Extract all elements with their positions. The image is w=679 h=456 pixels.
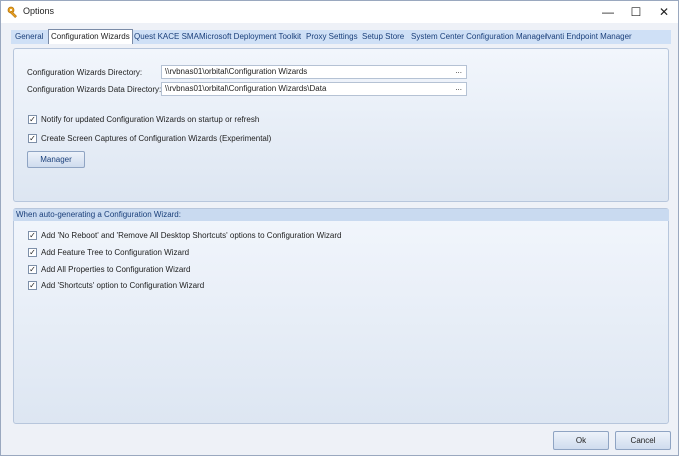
no-reboot-checkbox[interactable]: ✓ <box>28 231 37 240</box>
tab-microsoft-deployment-toolkit[interactable]: Microsoft Deployment Toolkit <box>197 30 303 44</box>
data-directory-browse-button[interactable]: ... <box>455 83 462 94</box>
notify-updates-checkbox[interactable]: ✓ <box>28 115 37 124</box>
notify-updates-label: Notify for updated Configuration Wizards… <box>41 115 260 124</box>
no-reboot-label: Add 'No Reboot' and 'Remove All Desktop … <box>41 231 342 240</box>
tab-setup-store[interactable]: Setup Store <box>360 30 406 44</box>
window-title: Options <box>23 6 55 16</box>
notify-updates-option[interactable]: ✓ Notify for updated Configuration Wizar… <box>28 115 259 124</box>
close-button[interactable]: ✕ <box>649 1 679 23</box>
auto-generate-panel <box>13 208 669 424</box>
screen-captures-label: Create Screen Captures of Configuration … <box>41 134 272 143</box>
wizards-directory-field[interactable]: \\rvbnas01\orbital\Configuration Wizards… <box>161 65 467 79</box>
all-properties-label: Add All Properties to Configuration Wiza… <box>41 265 191 274</box>
tab-proxy-settings[interactable]: Proxy Settings <box>304 30 360 44</box>
all-properties-option[interactable]: ✓ Add All Properties to Configuration Wi… <box>28 265 190 274</box>
data-directory-value: \\rvbnas01\orbital\Configuration Wizards… <box>165 84 327 93</box>
shortcuts-option[interactable]: ✓ Add 'Shortcuts' option to Configuratio… <box>28 281 204 290</box>
manager-button[interactable]: Manager <box>27 151 85 168</box>
feature-tree-label: Add Feature Tree to Configuration Wizard <box>41 248 190 257</box>
no-reboot-option[interactable]: ✓ Add 'No Reboot' and 'Remove All Deskto… <box>28 231 342 240</box>
shortcuts-checkbox[interactable]: ✓ <box>28 281 37 290</box>
maximize-button[interactable]: ☐ <box>621 1 651 23</box>
feature-tree-option[interactable]: ✓ Add Feature Tree to Configuration Wiza… <box>28 248 189 257</box>
title-bar[interactable]: Options — ☐ ✕ <box>1 1 678 23</box>
wrench-key-icon <box>7 6 19 18</box>
screen-captures-option[interactable]: ✓ Create Screen Captures of Configuratio… <box>28 134 271 143</box>
tab-system-center-configuration-manager[interactable]: System Center Configuration Manager <box>409 30 550 44</box>
wizards-directory-value: \\rvbnas01\orbital\Configuration Wizards <box>165 67 308 76</box>
options-window: Options — ☐ ✕ General Configuration Wiza… <box>0 0 679 456</box>
tab-ivanti-endpoint-manager[interactable]: Ivanti Endpoint Manager <box>543 30 634 44</box>
wizards-directory-label: Configuration Wizards Directory: <box>27 68 143 77</box>
tab-configuration-wizards[interactable]: Configuration Wizards <box>48 29 133 44</box>
feature-tree-checkbox[interactable]: ✓ <box>28 248 37 257</box>
wizards-directory-browse-button[interactable]: ... <box>455 66 462 77</box>
tab-quest-kace-sma[interactable]: Quest KACE SMA <box>132 30 201 44</box>
all-properties-checkbox[interactable]: ✓ <box>28 265 37 274</box>
shortcuts-label: Add 'Shortcuts' option to Configuration … <box>41 281 205 290</box>
tab-strip: General Configuration Wizards Quest KACE… <box>11 29 671 44</box>
data-directory-label: Configuration Wizards Data Directory: <box>27 85 162 94</box>
cancel-button[interactable]: Cancel <box>615 431 671 450</box>
minimize-button[interactable]: — <box>593 1 623 23</box>
screen-captures-checkbox[interactable]: ✓ <box>28 134 37 143</box>
data-directory-field[interactable]: \\rvbnas01\orbital\Configuration Wizards… <box>161 82 467 96</box>
ok-button[interactable]: Ok <box>553 431 609 450</box>
tab-general[interactable]: General <box>13 30 45 44</box>
auto-generate-header: When auto-generating a Configuration Wiz… <box>13 209 669 221</box>
